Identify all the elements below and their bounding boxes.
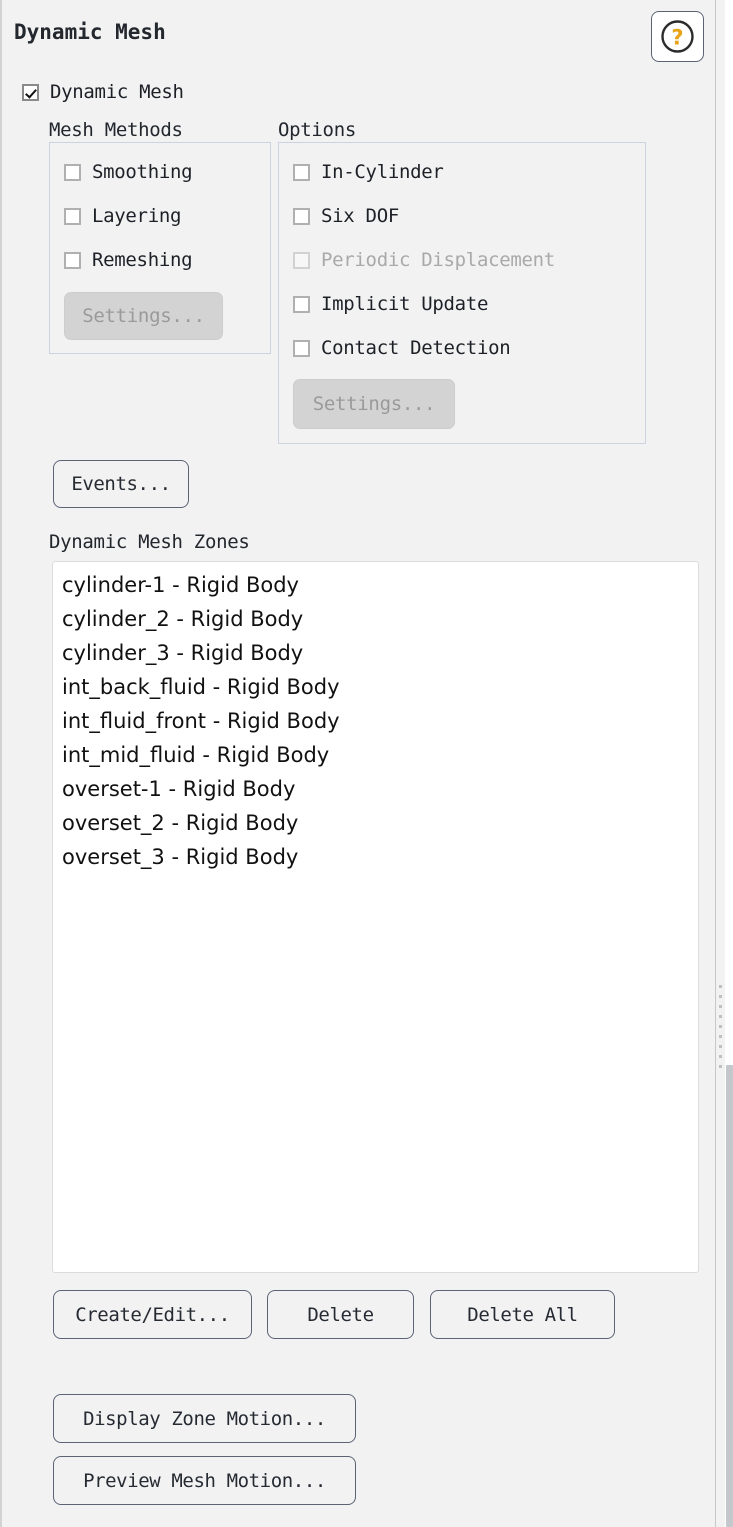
checkbox-checked-icon[interactable] — [22, 84, 39, 101]
checkbox-unchecked-icon[interactable] — [64, 208, 81, 225]
checkbox-unchecked-icon[interactable] — [293, 340, 310, 357]
checkbox-label-six-dof: Six DOF — [321, 205, 399, 227]
delete-button[interactable]: Delete — [267, 1290, 414, 1339]
checkbox-unchecked-disabled-icon — [293, 252, 310, 269]
checkbox-unchecked-icon[interactable] — [64, 252, 81, 269]
list-item[interactable]: int_mid_fluid - Rigid Body — [53, 738, 698, 772]
dynamic-mesh-checkbox-label: Dynamic Mesh — [50, 81, 184, 103]
dynamic-mesh-zones-list[interactable]: cylinder-1 - Rigid Body cylinder_2 - Rig… — [52, 561, 699, 1273]
dynamic-mesh-zones-label: Dynamic Mesh Zones — [49, 531, 250, 553]
panel-body: Dynamic Mesh ? Dynamic Mesh Mesh Methods… — [2, 0, 715, 1527]
checkbox-row-in-cylinder[interactable]: In-Cylinder — [293, 161, 444, 183]
page-title: Dynamic Mesh — [14, 20, 166, 44]
list-item[interactable]: overset_2 - Rigid Body — [53, 806, 698, 840]
checkbox-unchecked-icon[interactable] — [64, 164, 81, 181]
checkbox-label-implicit-update: Implicit Update — [321, 293, 488, 315]
checkbox-row-remeshing[interactable]: Remeshing — [64, 249, 192, 271]
checkbox-label-in-cylinder: In-Cylinder — [321, 161, 444, 183]
checkbox-label-smoothing: Smoothing — [92, 161, 192, 183]
checkbox-row-periodic-displacement: Periodic Displacement — [293, 249, 555, 271]
display-zone-motion-button[interactable]: Display Zone Motion... — [53, 1394, 356, 1443]
options-group-title: Options — [278, 119, 356, 141]
dynamic-mesh-panel: Dynamic Mesh ? Dynamic Mesh Mesh Methods… — [0, 0, 733, 1527]
mesh-methods-settings-button: Settings... — [64, 292, 223, 340]
list-item[interactable]: overset_3 - Rigid Body — [53, 840, 698, 874]
checkbox-unchecked-icon[interactable] — [293, 296, 310, 313]
list-item[interactable]: cylinder-1 - Rigid Body — [53, 568, 698, 602]
list-item[interactable]: overset-1 - Rigid Body — [53, 772, 698, 806]
svg-text:?: ? — [671, 26, 683, 50]
list-item[interactable]: cylinder_3 - Rigid Body — [53, 636, 698, 670]
checkbox-row-implicit-update[interactable]: Implicit Update — [293, 293, 488, 315]
checkbox-unchecked-icon[interactable] — [293, 208, 310, 225]
panel-splitter[interactable] — [715, 0, 725, 1527]
checkbox-label-contact-detection: Contact Detection — [321, 337, 510, 359]
delete-all-button[interactable]: Delete All — [430, 1290, 615, 1339]
list-item[interactable]: int_back_fluid - Rigid Body — [53, 670, 698, 704]
checkbox-row-six-dof[interactable]: Six DOF — [293, 205, 399, 227]
list-item[interactable]: int_fluid_front - Rigid Body — [53, 704, 698, 738]
checkbox-label-layering: Layering — [92, 205, 181, 227]
checkbox-label-remeshing: Remeshing — [92, 249, 192, 271]
list-item[interactable]: cylinder_2 - Rigid Body — [53, 602, 698, 636]
events-button[interactable]: Events... — [53, 460, 189, 508]
checkbox-row-contact-detection[interactable]: Contact Detection — [293, 337, 510, 359]
create-edit-button[interactable]: Create/Edit... — [53, 1290, 252, 1339]
checkbox-unchecked-icon[interactable] — [293, 164, 310, 181]
help-button[interactable]: ? — [651, 11, 704, 62]
options-settings-button: Settings... — [293, 379, 455, 429]
preview-mesh-motion-button[interactable]: Preview Mesh Motion... — [53, 1456, 356, 1505]
checkbox-label-periodic-displacement: Periodic Displacement — [321, 249, 555, 271]
dynamic-mesh-checkbox-row[interactable]: Dynamic Mesh — [22, 81, 184, 103]
vertical-scrollbar-thumb[interactable] — [726, 1065, 733, 1527]
mesh-methods-group-title: Mesh Methods — [49, 119, 183, 141]
splitter-grip-icon[interactable] — [719, 985, 722, 1070]
help-question-icon: ? — [652, 12, 703, 61]
checkbox-row-layering[interactable]: Layering — [64, 205, 181, 227]
checkbox-row-smoothing[interactable]: Smoothing — [64, 161, 192, 183]
